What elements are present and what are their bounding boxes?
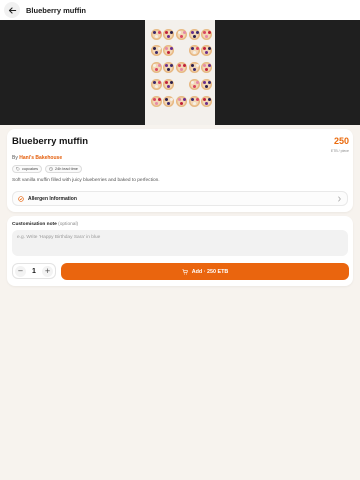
tag-icon (16, 167, 20, 171)
chevron-right-icon (337, 196, 342, 202)
note-label: Customisation note (optional) (12, 222, 78, 227)
cupcake-illustration (151, 45, 162, 56)
product-price: 250 (333, 136, 349, 146)
seller-line: By Hani's Bakehouse (12, 155, 62, 161)
by-prefix: By (12, 155, 18, 161)
cupcake-illustration (151, 79, 162, 90)
cupcake-illustration (189, 96, 200, 107)
cupcake-illustration (163, 62, 174, 73)
cupcake-illustration (176, 96, 187, 107)
cupcake-illustration (151, 29, 162, 40)
note-label-text: Customisation note (12, 222, 57, 227)
cupcake-illustration (151, 96, 162, 107)
cupcake-illustration (163, 96, 174, 107)
customisation-note-input[interactable] (12, 230, 348, 256)
allergen-info-row[interactable]: Allergen Information (12, 191, 348, 206)
note-optional-hint: (optional) (58, 222, 79, 227)
add-to-cart-button[interactable]: Add · 250 ETB (61, 263, 349, 280)
add-button-label: Add · 250 ETB (191, 268, 229, 275)
tag-chip-lead-time: 24h lead time (45, 165, 82, 173)
cart-icon (182, 268, 188, 275)
cupcake-illustration (189, 29, 200, 40)
product-details-card: Blueberry muffin 250 ETB / piece By Hani… (7, 129, 353, 212)
cupcake-illustration (189, 79, 200, 90)
quantity-value: 1 (32, 267, 36, 275)
allergen-label: Allergen Information (28, 195, 77, 202)
cupcake-illustration (201, 96, 212, 107)
alert-circle-icon (18, 195, 24, 202)
seller-link[interactable]: Hani's Bakehouse (19, 155, 62, 161)
tag-label: 24h lead time (55, 167, 78, 171)
tag-label: cupcakes (22, 167, 39, 171)
cupcake-illustration (163, 79, 174, 90)
arrow-left-icon (8, 6, 17, 15)
cupcake-illustration (189, 62, 200, 73)
cupcake-illustration (163, 45, 174, 56)
app-header: Blueberry muffin (0, 0, 360, 20)
cupcake-illustration (176, 62, 187, 73)
quantity-stepper: − 1 + (12, 263, 56, 279)
increment-button[interactable]: + (42, 265, 53, 277)
cupcake-illustration (176, 29, 187, 40)
product-description: Soft vanilla muffin filled with juicy bl… (12, 178, 160, 183)
cupcake-illustration (163, 29, 174, 40)
tag-chip-category: cupcakes (12, 165, 43, 173)
product-photo (145, 20, 215, 125)
page-title: Blueberry muffin (26, 5, 87, 15)
product-name: Blueberry muffin (12, 136, 89, 147)
cupcake-illustration (189, 45, 200, 56)
clock-icon (49, 167, 53, 171)
cupcake-illustration (151, 62, 162, 73)
price-unit: ETB / piece (330, 149, 349, 153)
product-image-banner (0, 20, 360, 125)
tag-list: cupcakes 24h lead time (12, 165, 82, 173)
cupcake-illustration (201, 79, 212, 90)
decrement-button[interactable]: − (15, 265, 26, 277)
back-button[interactable] (4, 2, 20, 18)
order-card: Customisation note (optional) − 1 + Add … (7, 216, 353, 286)
cupcake-illustration (201, 29, 212, 40)
cupcake-illustration (201, 62, 212, 73)
cupcake-illustration (201, 45, 212, 56)
